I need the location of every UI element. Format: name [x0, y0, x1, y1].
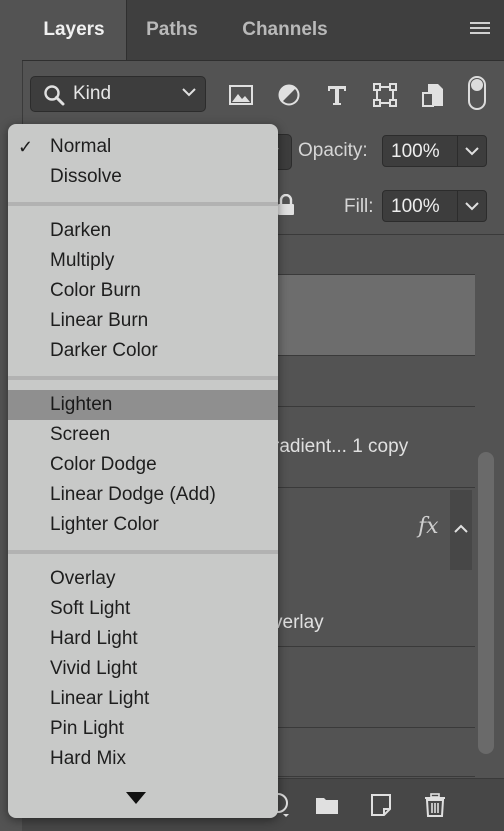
- menu-scroll-down-arrow-icon[interactable]: [124, 790, 148, 806]
- trash-icon[interactable]: [422, 792, 448, 818]
- chevron-up-icon: [454, 524, 468, 533]
- shape-filter-icon[interactable]: [372, 82, 398, 108]
- checkmark-icon: ✓: [18, 137, 34, 157]
- tab-paths[interactable]: Paths: [128, 0, 216, 60]
- blend-mode-linear-burn[interactable]: Linear Burn: [8, 306, 278, 336]
- menu-item-label: Overlay: [50, 568, 116, 589]
- smart-object-filter-icon[interactable]: [420, 82, 446, 108]
- opacity-label: Opacity:: [298, 140, 368, 161]
- blend-mode-darker-color[interactable]: Darker Color: [8, 336, 278, 366]
- blend-mode-dissolve[interactable]: Dissolve: [8, 162, 278, 192]
- menu-item-label: Linear Light: [50, 688, 150, 709]
- blend-mode-color-burn[interactable]: Color Burn: [8, 276, 278, 306]
- blend-mode-lighten[interactable]: Lighten: [8, 390, 278, 420]
- menu-separator: [8, 376, 278, 380]
- type-filter-icon[interactable]: [324, 82, 350, 108]
- menu-item-label: Normal: [50, 136, 112, 157]
- filter-row: Kind: [22, 60, 504, 126]
- menu-item-label: Hard Mix: [50, 748, 127, 769]
- chevron-down-icon: [465, 147, 479, 156]
- tab-layers[interactable]: Layers: [22, 0, 127, 60]
- opacity-field[interactable]: 100%: [382, 135, 458, 167]
- filter-toggle[interactable]: [468, 76, 486, 110]
- menu-item-label: Multiply: [50, 250, 115, 271]
- menu-item-label: Soft Light: [50, 598, 131, 619]
- chevron-down-icon: [182, 88, 196, 97]
- search-icon: [44, 85, 65, 106]
- menu-item-label: Lighten: [50, 394, 113, 415]
- menu-item-label: Lighter Color: [50, 514, 159, 535]
- menu-item-label: Linear Dodge (Add): [50, 484, 216, 505]
- menu-item-label: Vivid Light: [50, 658, 138, 679]
- opacity-dropdown-button[interactable]: [457, 135, 487, 167]
- menu-item-label: Darken: [50, 220, 112, 241]
- blend-mode-vivid-light[interactable]: Vivid Light: [8, 654, 278, 684]
- blend-mode-linear-light[interactable]: Linear Light: [8, 684, 278, 714]
- image-filter-icon[interactable]: [228, 82, 254, 108]
- tab-channels[interactable]: Channels: [220, 0, 350, 60]
- effect-name: verlay: [273, 612, 324, 633]
- kind-filter-label: Kind: [73, 83, 112, 104]
- menu-item-label: Hard Light: [50, 628, 138, 649]
- layer-effects-icon: fx: [418, 514, 439, 539]
- blend-mode-darken[interactable]: Darken: [8, 216, 278, 246]
- menu-item-label: Linear Burn: [50, 310, 149, 331]
- blend-mode-soft-light[interactable]: Soft Light: [8, 594, 278, 624]
- menu-separator: [8, 202, 278, 206]
- menu-separator: [8, 550, 278, 554]
- blend-mode-menu: ✓ Normal Dissolve Darken Multiply Color …: [8, 124, 278, 818]
- fill-label: Fill:: [344, 196, 374, 217]
- menu-item-label: Color Dodge: [50, 454, 157, 475]
- menu-item-label: Screen: [50, 424, 111, 445]
- fill-field[interactable]: 100%: [382, 190, 458, 222]
- panel-menu-icon[interactable]: [470, 22, 490, 38]
- menu-item-label: Pin Light: [50, 718, 124, 739]
- kind-filter-select[interactable]: Kind: [30, 76, 206, 112]
- lock-icon[interactable]: [276, 194, 296, 216]
- blend-mode-overlay[interactable]: Overlay: [8, 564, 278, 594]
- folder-icon[interactable]: [314, 792, 340, 818]
- blend-mode-pin-light[interactable]: Pin Light: [8, 714, 278, 744]
- effects-collapse-button[interactable]: [450, 490, 472, 570]
- fill-dropdown-button[interactable]: [457, 190, 487, 222]
- blend-mode-multiply[interactable]: Multiply: [8, 246, 278, 276]
- blend-mode-hard-light[interactable]: Hard Light: [8, 624, 278, 654]
- menu-item-label: Darker Color: [50, 340, 158, 361]
- menu-item-label: Dissolve: [50, 166, 122, 187]
- menu-item-label: Color Burn: [50, 280, 141, 301]
- blend-mode-color-dodge[interactable]: Color Dodge: [8, 450, 278, 480]
- panel-tab-bar: Layers Paths Channels: [22, 0, 504, 61]
- blend-mode-normal[interactable]: ✓ Normal: [8, 132, 278, 162]
- adjustment-filter-icon[interactable]: [276, 82, 302, 108]
- chevron-down-icon: [465, 202, 479, 211]
- blend-mode-linear-dodge[interactable]: Linear Dodge (Add): [8, 480, 278, 510]
- layers-scrollbar[interactable]: [478, 452, 494, 754]
- blend-mode-hard-mix[interactable]: Hard Mix: [8, 744, 278, 774]
- blend-mode-screen[interactable]: Screen: [8, 420, 278, 450]
- new-layer-icon[interactable]: [368, 792, 394, 818]
- layer-name: radient... 1 copy: [273, 436, 409, 457]
- blend-mode-lighter-color[interactable]: Lighter Color: [8, 510, 278, 540]
